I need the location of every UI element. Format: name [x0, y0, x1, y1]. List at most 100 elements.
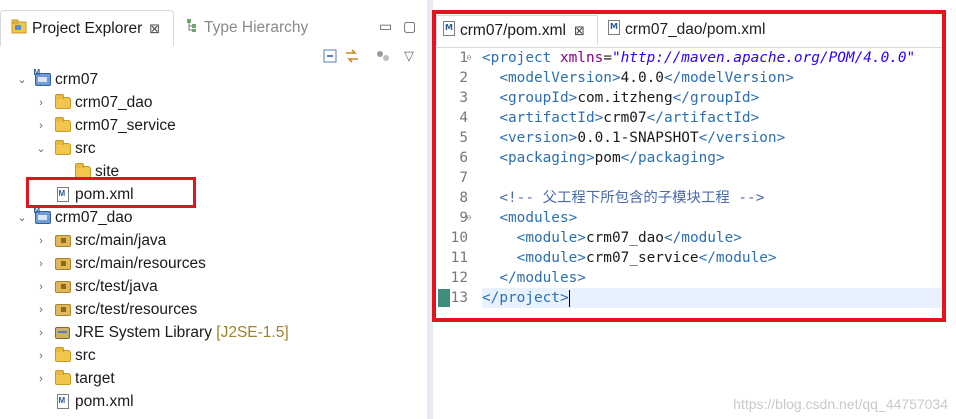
- xml-tag: <artifactId>: [499, 110, 604, 126]
- xml-tag: </module>: [698, 250, 777, 266]
- tree-item-label: src/test/java: [75, 277, 158, 295]
- folder-icon: [54, 139, 71, 156]
- project-explorer-icon: [11, 19, 27, 39]
- close-icon[interactable]: ⊠: [574, 23, 585, 39]
- folder-icon: [54, 369, 71, 386]
- xml-file-icon: M: [443, 20, 455, 41]
- xml-tag: </version>: [698, 130, 786, 146]
- line-number: 2: [459, 70, 468, 86]
- xml-tag: </artifactId>: [646, 110, 760, 126]
- xml-text: com.itzheng: [577, 90, 673, 106]
- close-icon[interactable]: ⊠: [149, 21, 160, 37]
- code-line-10: <module>crm07_dao</module>: [482, 228, 742, 248]
- code-line-9: <modules>: [482, 208, 577, 228]
- tree-item-label: crm07_dao: [55, 208, 133, 226]
- package-folder-icon: [54, 279, 71, 294]
- chevron-right-icon[interactable]: ›: [35, 258, 47, 270]
- folder-icon: [54, 346, 71, 363]
- xml-text: 4.0.0: [620, 70, 664, 86]
- jre-version-decoration: [J2SE-1.5]: [216, 323, 289, 341]
- line-number: 3: [459, 90, 468, 106]
- xml-tag: <module>: [516, 230, 586, 246]
- xml-attribute: xmlns: [559, 50, 604, 66]
- focus-icon[interactable]: [374, 47, 392, 65]
- folder-icon: [54, 93, 71, 110]
- chevron-down-icon[interactable]: ⌄: [16, 73, 28, 86]
- minimize-icon[interactable]: ▭: [379, 18, 392, 35]
- code-line-11: <module>crm07_service</module>: [482, 248, 777, 268]
- tab-type-hierarchy[interactable]: Type Hierarchy: [175, 10, 345, 46]
- xml-tag: <modules>: [499, 210, 578, 226]
- view-menu-icon[interactable]: ▽: [400, 47, 418, 65]
- chevron-down-icon[interactable]: ⌄: [35, 142, 47, 155]
- xml-tag: </modelVersion>: [663, 70, 794, 86]
- package-folder-icon: [54, 256, 71, 271]
- line-number: 5: [459, 130, 468, 146]
- package-folder-icon: [54, 233, 71, 248]
- chevron-right-icon[interactable]: ›: [35, 120, 47, 132]
- chevron-right-icon[interactable]: ›: [35, 373, 47, 385]
- line-number: 6: [459, 150, 468, 166]
- fold-toggle-icon[interactable]: ⊖: [464, 208, 474, 228]
- text-caret: [568, 289, 570, 307]
- xml-tag: </project>: [482, 290, 569, 306]
- tree-item-label: JRE System Library: [75, 323, 212, 341]
- tab-label: crm07/pom.xml: [460, 21, 566, 39]
- editor-text-area[interactable]: 1 2 3 4 5 6 7 8 9 10 11 12 13 ⊖ ⊖ <proje…: [436, 47, 942, 318]
- svg-text:M: M: [445, 23, 453, 32]
- maven-project-icon: M: [34, 206, 51, 225]
- xml-file-icon: M: [608, 20, 620, 40]
- explorer-toolbar: ▽: [0, 46, 427, 68]
- tree-item-label: src/main/resources: [75, 254, 206, 272]
- xml-text: crm07_dao: [585, 230, 664, 246]
- chevron-right-icon[interactable]: ›: [35, 97, 47, 109]
- chevron-right-icon[interactable]: ›: [35, 304, 47, 316]
- chevron-down-icon[interactable]: ⌄: [16, 211, 28, 224]
- line-number: 13: [450, 290, 468, 306]
- xml-tag: <groupId>: [499, 90, 578, 106]
- xml-text: pom: [594, 150, 621, 166]
- xml-tag: <modelVersion>: [499, 70, 621, 86]
- maven-project-icon: M: [34, 68, 51, 87]
- chevron-right-icon[interactable]: ›: [35, 327, 47, 339]
- xml-tag: <project: [482, 50, 552, 66]
- tree-item-label: src: [75, 139, 96, 157]
- xml-tag: <module>: [516, 250, 586, 266]
- editor-tab-crm07-dao-pom[interactable]: M crm07_dao/pom.xml: [602, 15, 782, 45]
- code-line-5: <version>0.0.1-SNAPSHOT</version>: [482, 128, 785, 148]
- chevron-right-icon[interactable]: ›: [35, 281, 47, 293]
- xml-text: crm07_service: [585, 250, 699, 266]
- code-line-8: <!-- 父工程下所包含的子模块工程 -->: [482, 188, 764, 208]
- chevron-right-icon[interactable]: ›: [35, 235, 47, 247]
- tree-item-label: crm07: [55, 70, 99, 88]
- code-line-6: <packaging>pom</packaging>: [482, 148, 724, 168]
- type-hierarchy-icon: [185, 18, 199, 38]
- xml-tag: <version>: [499, 130, 578, 146]
- tree-item-label: pom.xml: [75, 392, 134, 410]
- line-number: 10: [450, 230, 468, 246]
- package-folder-icon: [54, 302, 71, 317]
- code-line-4: <artifactId>crm07</artifactId>: [482, 108, 759, 128]
- xml-attribute-value: "http://maven.apache.org/POM/4.0.0": [611, 50, 916, 66]
- link-with-editor-icon[interactable]: [343, 47, 361, 65]
- tab-label: Project Explorer: [32, 19, 143, 37]
- pom-xml-highlight-box: [26, 177, 196, 208]
- tab-label: Type Hierarchy: [204, 19, 309, 36]
- line-number: 12: [450, 270, 468, 286]
- collapse-all-icon[interactable]: [321, 47, 339, 65]
- maximize-icon[interactable]: ▢: [403, 18, 416, 35]
- xml-tag: <packaging>: [499, 150, 595, 166]
- code-line-12: </modules>: [482, 268, 586, 288]
- tree-item-label: src: [75, 346, 96, 364]
- left-tab-bar: Project Explorer ⊠ Type Hierarchy ▭ ▢: [0, 8, 427, 48]
- xml-text: crm07: [603, 110, 647, 126]
- folder-icon: [54, 116, 71, 133]
- svg-text:M: M: [610, 22, 618, 31]
- fold-toggle-icon[interactable]: ⊖: [464, 48, 474, 68]
- editor-tab-crm07-pom[interactable]: M crm07/pom.xml ⊠: [436, 15, 598, 45]
- library-icon: [54, 325, 71, 340]
- tab-project-explorer[interactable]: Project Explorer ⊠: [0, 10, 174, 46]
- tree-item-label: src/main/java: [75, 231, 167, 249]
- xml-tag: </modules>: [499, 270, 586, 286]
- chevron-right-icon[interactable]: ›: [35, 350, 47, 362]
